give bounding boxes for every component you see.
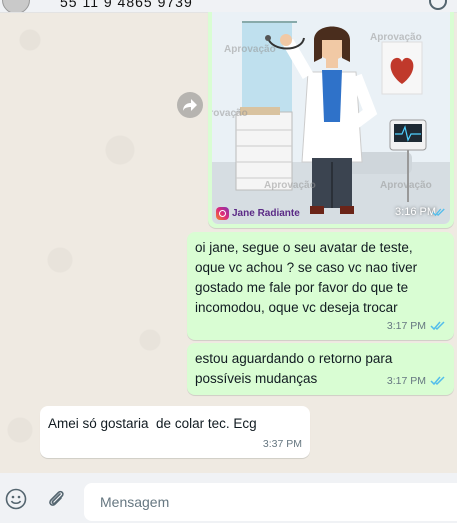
- double-check-icon: [430, 376, 445, 386]
- search-icon[interactable]: [429, 0, 447, 10]
- emoji-icon: [5, 488, 27, 510]
- message-meta: 3:37 PM: [263, 434, 302, 454]
- paperclip-icon: [49, 490, 64, 506]
- forward-icon: [183, 99, 197, 111]
- double-check-icon: [430, 321, 445, 331]
- message-text: Amei só gostaria de colar tec. Ecg: [48, 416, 257, 431]
- contact-phone[interactable]: 55 11 9 4865 9739: [60, 0, 193, 10]
- forward-button[interactable]: [177, 92, 203, 118]
- message-meta: 3:17 PM: [387, 371, 446, 391]
- double-check-icon: [432, 208, 445, 217]
- instagram-tag: Jane Radiante: [216, 207, 300, 220]
- attach-button[interactable]: [44, 487, 68, 511]
- watermark-4: Aprovação: [264, 180, 316, 191]
- compose-bar: [0, 473, 457, 523]
- message-input[interactable]: [84, 483, 457, 521]
- watermark-5: Aprovação: [380, 180, 432, 191]
- message-bubble-3[interactable]: Amei só gostaria de colar tec. Ecg 3:37 …: [40, 406, 310, 458]
- emoji-button[interactable]: [4, 487, 28, 511]
- image-time: 3:16 PM: [395, 206, 436, 218]
- message-text: oi jane, segue o seu avatar de teste, oq…: [195, 240, 418, 315]
- watermark-1: Aprovação: [224, 44, 276, 55]
- instagram-handle: Jane Radiante: [232, 208, 300, 219]
- watermark-2: Aprovação: [370, 32, 422, 43]
- instagram-icon: [216, 207, 229, 220]
- image-message[interactable]: Aprovação Aprovação Aprovação Aprovação …: [208, 12, 454, 228]
- message-bubble-2[interactable]: estou aguardando o retorno para possívei…: [187, 343, 454, 395]
- message-time: 3:37 PM: [262, 438, 302, 450]
- message-bubble-1[interactable]: oi jane, segue o seu avatar de teste, oq…: [187, 232, 454, 340]
- message-time: 3:17 PM: [386, 375, 426, 387]
- watermark-3: Aprovação: [212, 108, 248, 119]
- message-time: 3:17 PM: [386, 320, 426, 332]
- avatar[interactable]: [2, 0, 30, 12]
- message-meta: 3:17 PM: [387, 316, 446, 336]
- avatar-image[interactable]: Aprovação Aprovação Aprovação Aprovação …: [212, 12, 450, 224]
